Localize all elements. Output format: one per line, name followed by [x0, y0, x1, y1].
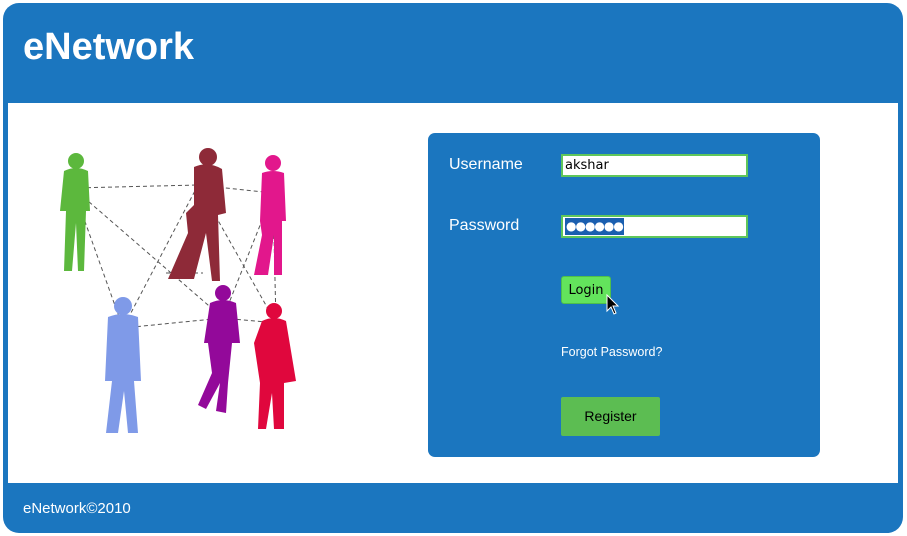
person-icon-pink	[254, 155, 286, 275]
password-label: Password	[449, 217, 520, 234]
main-content: Username akshar Password ●●●●●● Login Fo…	[8, 103, 898, 483]
login-button[interactable]: Login	[561, 276, 611, 304]
person-icon-light-blue	[105, 297, 141, 433]
social-network-illustration	[60, 148, 296, 433]
person-icon-green	[60, 153, 90, 271]
app-title: eNetwork	[23, 26, 195, 68]
login-panel: Username akshar Password ●●●●●● Login Fo…	[428, 133, 820, 457]
forgot-password-link[interactable]: Forgot Password?	[561, 344, 662, 360]
footer-copyright: eNetwork©2010	[23, 500, 131, 517]
password-input[interactable]: ●●●●●●	[561, 215, 748, 238]
register-button[interactable]: Register	[561, 397, 660, 436]
person-icon-dark-red	[168, 148, 226, 281]
person-icon-purple	[198, 285, 240, 413]
app-frame: eNetwork Username akshar Password ●●●●●●…	[3, 3, 903, 533]
username-label: Username	[449, 156, 523, 173]
username-input[interactable]: akshar	[561, 154, 748, 177]
network-lines	[72, 184, 277, 329]
password-mask: ●●●●●●	[565, 218, 624, 235]
mouse-pointer-icon	[606, 294, 620, 315]
